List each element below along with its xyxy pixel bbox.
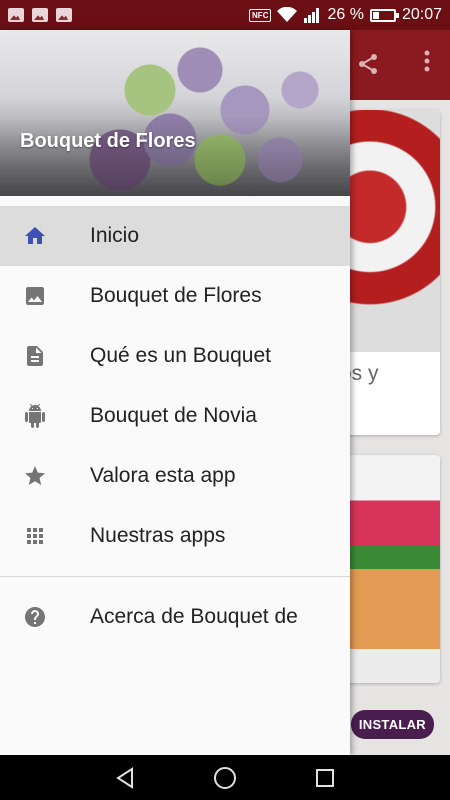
document-icon (22, 343, 48, 369)
battery-icon (369, 8, 399, 22)
menu-item-nuestras-apps[interactable]: Nuestras apps (0, 506, 350, 566)
menu-divider (0, 576, 350, 577)
nfc-icon: NFC (249, 8, 272, 22)
menu-item-label: Qué es un Bouquet (90, 344, 271, 367)
signal-icon (304, 8, 320, 23)
home-icon (22, 223, 48, 249)
card-text: os y (340, 362, 379, 385)
drawer-title: Bouquet de Flores (20, 130, 196, 152)
menu-item-bouquet-de-flores[interactable]: Bouquet de Flores (0, 266, 350, 326)
wifi-icon (277, 7, 298, 22)
help-icon (22, 604, 48, 630)
status-bar: NFC 26 % 20:07 (0, 0, 450, 30)
recents-icon[interactable] (310, 763, 340, 793)
home-nav-icon[interactable] (210, 763, 240, 793)
menu-item-inicio[interactable]: Inicio (0, 206, 350, 266)
clock: 20:07 (401, 6, 442, 23)
menu-item-acerca-de[interactable]: Acerca de Bouquet de (0, 587, 350, 647)
menu-item-label: Acerca de Bouquet de (90, 605, 298, 628)
menu-item-label: Valora esta app (90, 464, 236, 487)
notification-icons (8, 8, 72, 22)
image-notification-icon (8, 8, 24, 22)
apps-grid-icon (22, 523, 48, 549)
navigation-drawer: Bouquet de Flores Inicio Bouquet de Flor… (0, 30, 350, 755)
content-card[interactable] (340, 455, 440, 683)
menu-item-label: Nuestras apps (90, 524, 226, 547)
menu-item-valora-esta-app[interactable]: Valora esta app (0, 446, 350, 506)
menu-item-que-es-un-bouquet[interactable]: Qué es un Bouquet (0, 326, 350, 386)
drawer-header: Bouquet de Flores (0, 30, 350, 196)
image-icon (22, 283, 48, 309)
battery-percent: 26 % (327, 6, 364, 23)
image-notification-icon (56, 8, 72, 22)
image-notification-icon (32, 8, 48, 22)
menu-item-label: Bouquet de Flores (90, 284, 262, 307)
star-icon (22, 463, 48, 489)
card-image (340, 455, 440, 683)
share-icon[interactable] (356, 52, 380, 82)
drawer-menu: Inicio Bouquet de Flores Qué es un Bouqu… (0, 206, 350, 647)
menu-item-label: Inicio (90, 224, 140, 247)
back-icon[interactable] (110, 763, 140, 793)
menu-item-bouquet-de-novia[interactable]: Bouquet de Novia (0, 386, 350, 446)
android-icon (22, 403, 48, 429)
card-image (340, 110, 440, 352)
more-options-icon[interactable] (424, 50, 430, 72)
menu-item-label: Bouquet de Novia (90, 404, 257, 427)
install-button[interactable]: INSTALAR (350, 710, 434, 739)
system-navigation-bar (0, 755, 450, 800)
content-card[interactable]: os y (340, 110, 440, 435)
